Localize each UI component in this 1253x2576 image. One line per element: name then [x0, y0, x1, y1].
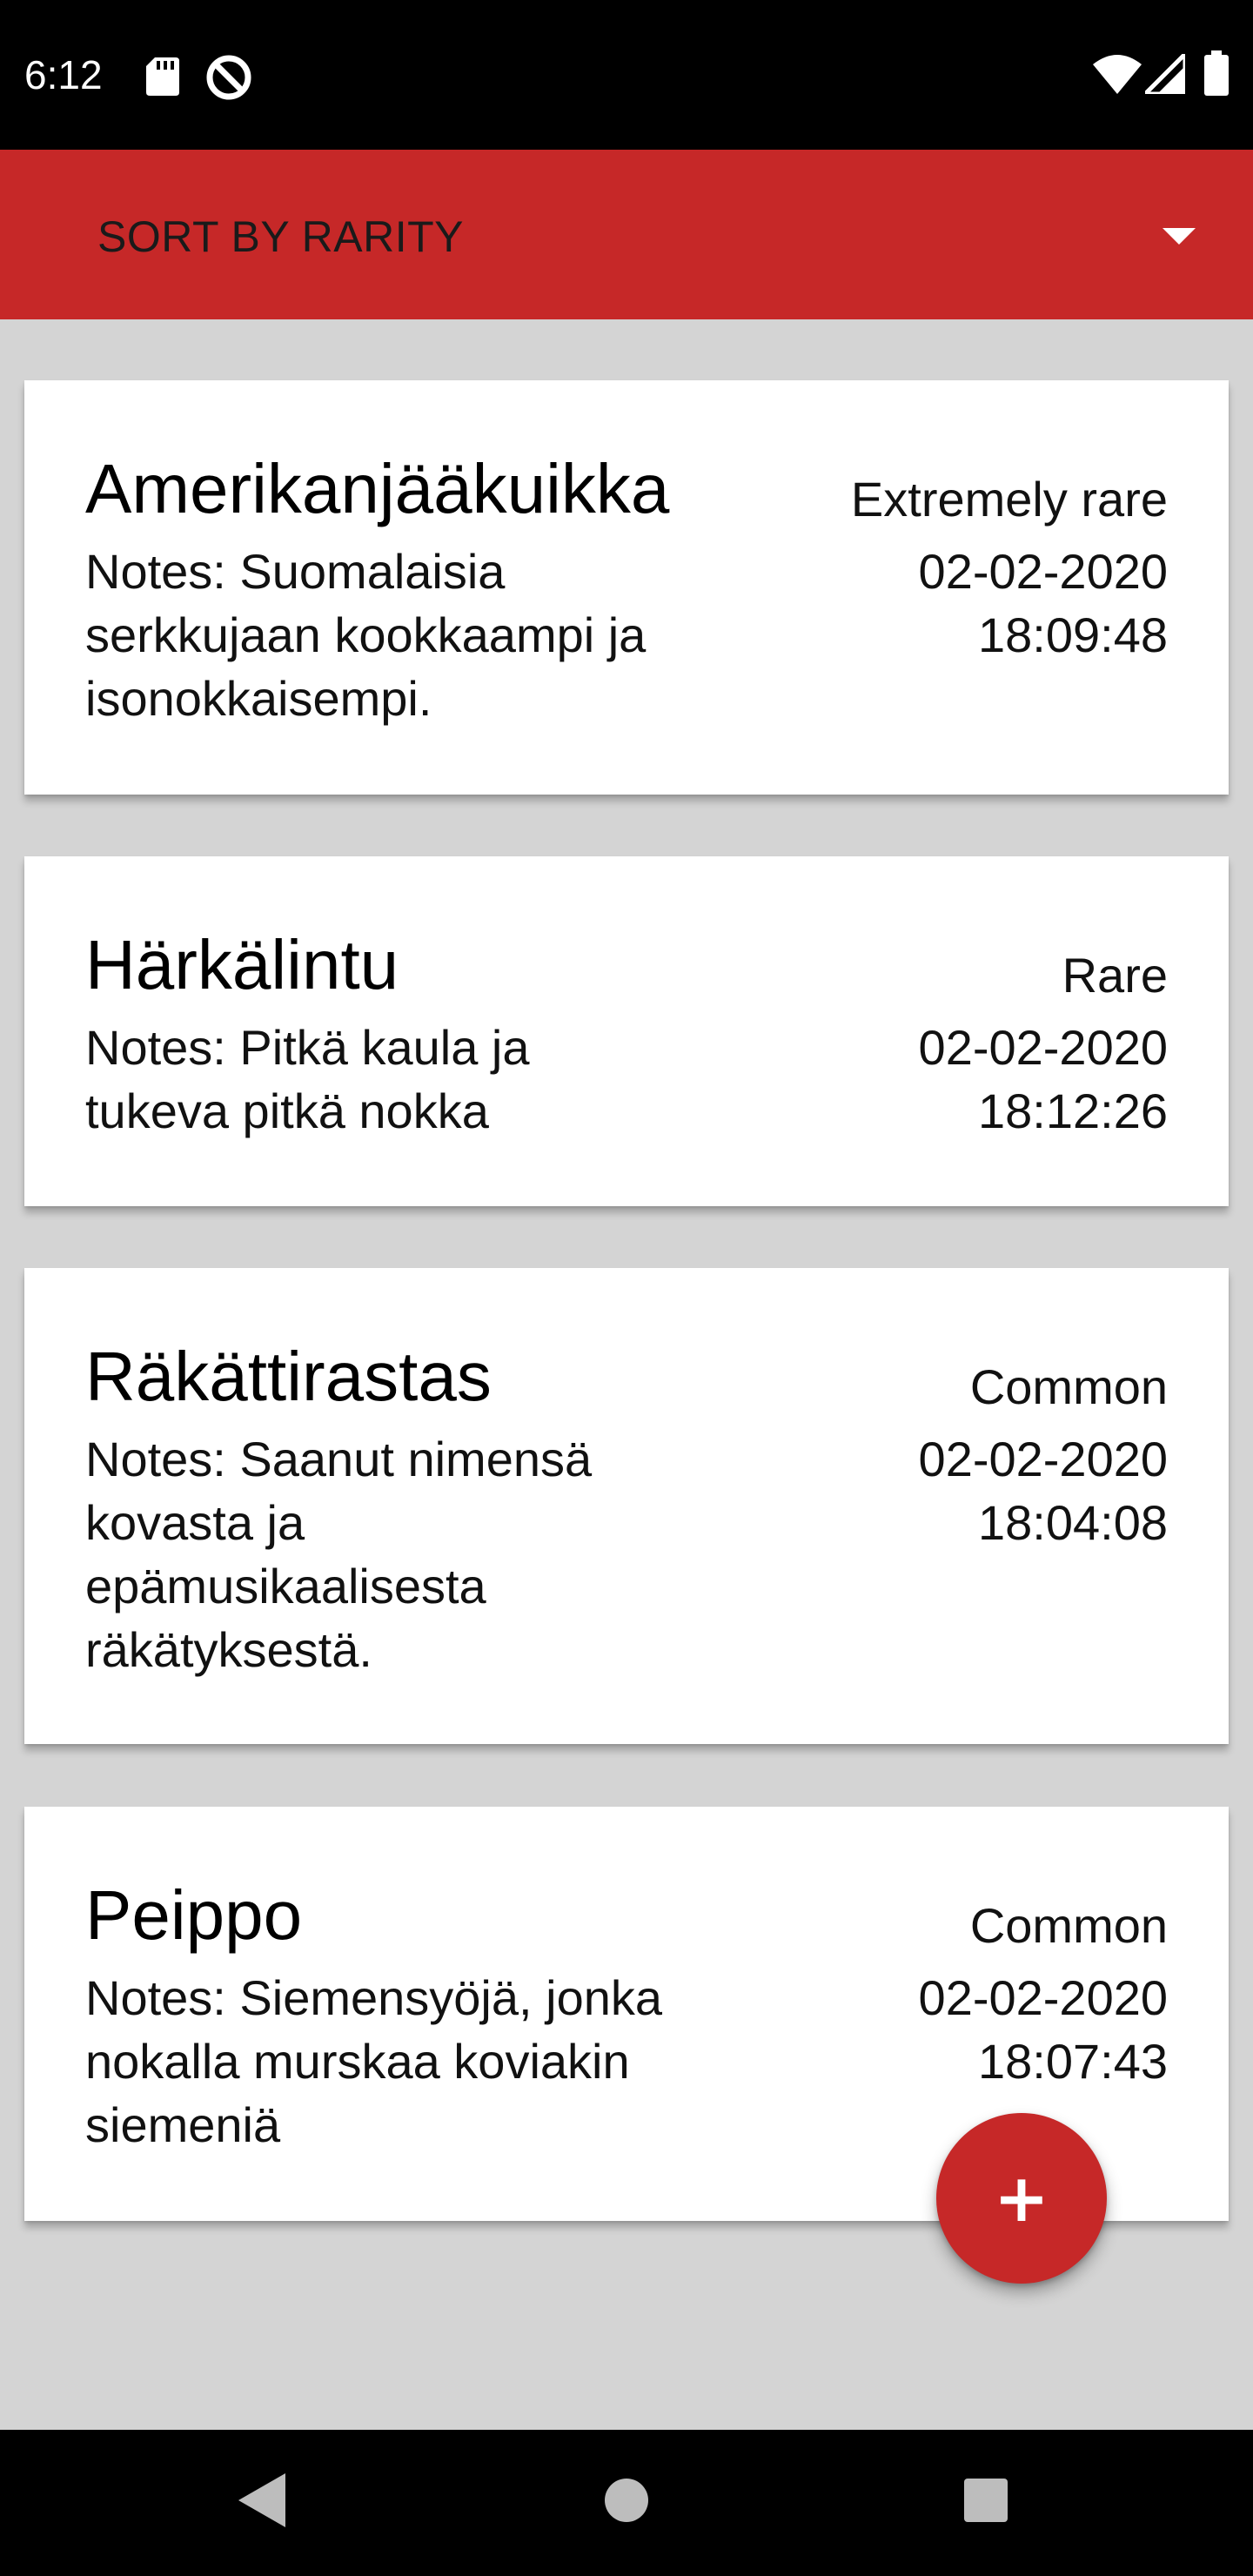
bird-notes: Notes: Suomalaisia serkkujaan kookkaampi…: [85, 544, 647, 726]
bird-rarity: Extremely rare: [850, 472, 1168, 527]
recents-icon[interactable]: [964, 2479, 1008, 2522]
bird-card[interactable]: Härkälintu Notes: Pitkä kaula ja tukeva …: [24, 856, 1229, 1206]
bird-name: Härkälintu: [85, 926, 399, 1003]
bird-notes: Notes: Pitkä kaula ja tukeva pitkä nokka: [85, 1020, 530, 1138]
home-icon[interactable]: [604, 2478, 649, 2523]
sd-card-icon: [146, 57, 179, 96]
bird-date: 02-02-2020: [918, 544, 1168, 599]
plus-icon: +: [994, 2159, 1049, 2237]
bird-rarity: Rare: [1062, 948, 1168, 1003]
battery-icon: [1204, 50, 1229, 96]
bird-rarity: Common: [969, 1359, 1168, 1414]
bird-time: 18:07:43: [978, 2034, 1168, 2089]
do-not-disturb-icon: [206, 55, 251, 100]
bird-card[interactable]: Amerikanjääkuikka Notes: Suomalaisia ser…: [24, 380, 1229, 795]
bird-date: 02-02-2020: [918, 1432, 1168, 1486]
bird-date: 02-02-2020: [918, 1020, 1168, 1075]
dropdown-arrow-icon[interactable]: [1163, 228, 1196, 245]
bird-notes: Notes: Siemensyöjä, jonka nokalla murska…: [85, 1970, 663, 2152]
bird-name: Räkättirastas: [85, 1338, 492, 1415]
bird-notes: Notes: Saanut nimensä kovasta ja epämusi…: [85, 1432, 593, 1677]
bird-time: 18:12:26: [978, 1083, 1168, 1138]
wifi-icon: [1093, 55, 1142, 94]
bird-card[interactable]: Räkättirastas Notes: Saanut nimensä kova…: [24, 1268, 1229, 1744]
status-bar: 6:12: [0, 0, 1253, 150]
bird-date: 02-02-2020: [918, 1970, 1168, 2025]
add-bird-button[interactable]: +: [936, 2113, 1107, 2284]
bird-name: Peippo: [85, 1876, 303, 1954]
navigation-bar: [0, 2430, 1253, 2576]
status-time: 6:12: [24, 52, 103, 97]
back-icon[interactable]: [238, 2473, 285, 2527]
bird-name: Amerikanjääkuikka: [85, 450, 670, 527]
sort-dropdown[interactable]: SORT BY RARITY: [97, 211, 464, 263]
bird-rarity: Common: [969, 1898, 1168, 1953]
bird-time: 18:09:48: [978, 607, 1168, 662]
bird-time: 18:04:08: [978, 1495, 1168, 1550]
cell-signal-icon: [1145, 54, 1185, 94]
